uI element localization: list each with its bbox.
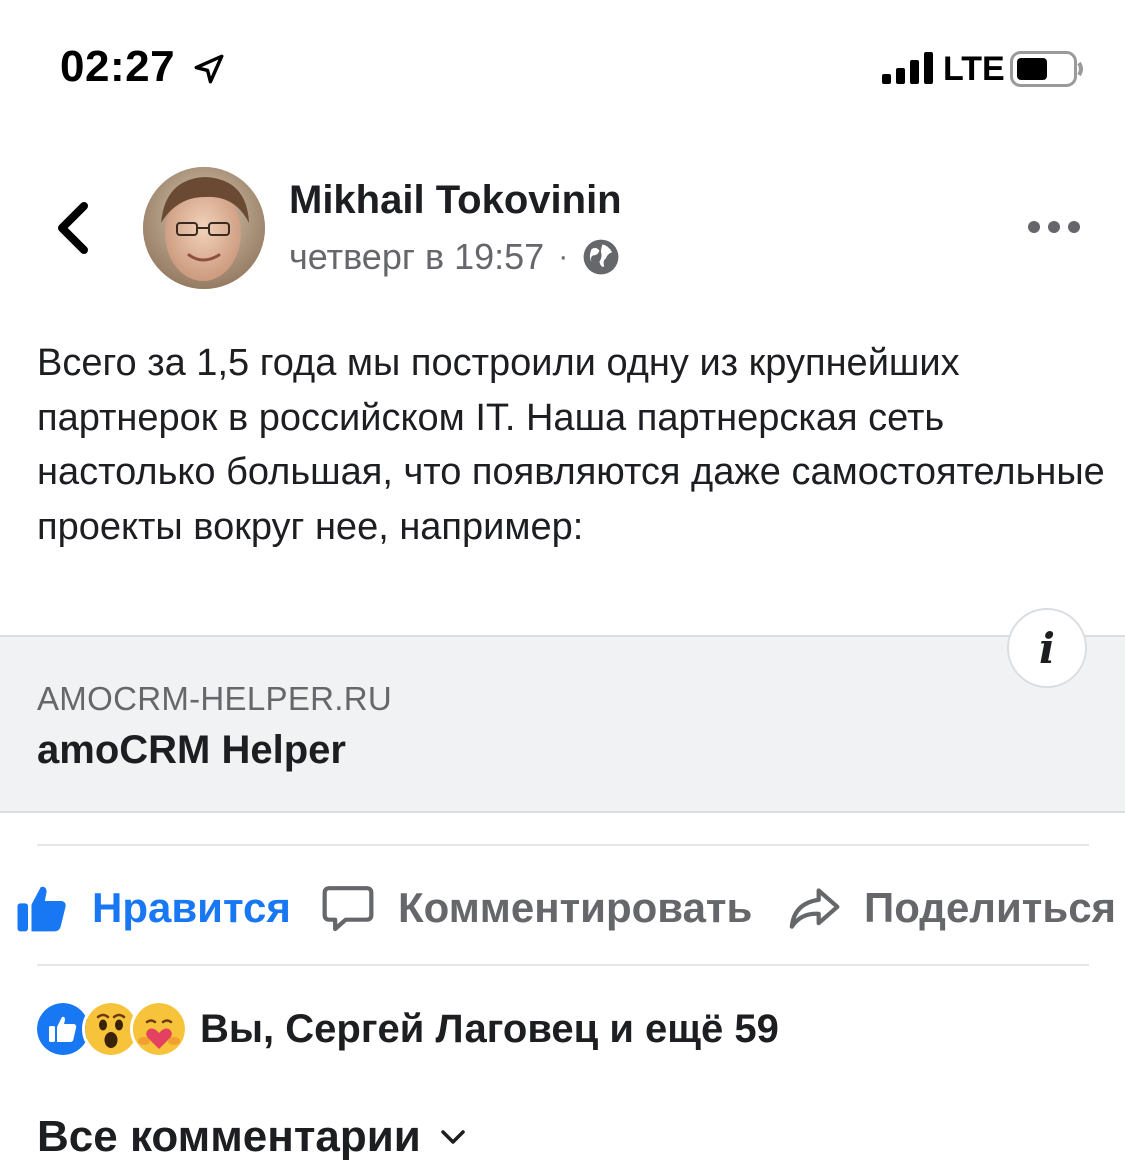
author-name[interactable]: Mikhail Tokovinin <box>289 178 622 223</box>
share-button[interactable]: Поделиться <box>786 878 1116 938</box>
status-time: 02:27 <box>60 42 176 91</box>
more-options-icon[interactable] <box>1026 215 1082 239</box>
share-arrow-icon <box>789 888 840 929</box>
comment-bubble-icon <box>322 886 374 932</box>
care-reaction-icon <box>130 1000 188 1058</box>
author-avatar[interactable] <box>143 167 265 289</box>
chevron-down-icon <box>441 1130 465 1144</box>
post-meta: четверг в 19:57 · <box>289 236 620 278</box>
reactions-text[interactable]: Вы, Сергей Лаговец и ещё 59 <box>200 1007 779 1052</box>
signal-strength-icon <box>882 52 933 84</box>
info-button[interactable]: i <box>1007 608 1087 688</box>
like-label: Нравится <box>92 884 291 931</box>
like-button[interactable]: Нравится <box>14 878 291 938</box>
back-chevron-icon[interactable] <box>50 200 94 256</box>
link-preview-card[interactable] <box>0 635 1125 813</box>
divider <box>37 844 1089 846</box>
link-domain: AMOCRM-HELPER.RU <box>37 680 392 717</box>
globe-icon <box>583 239 619 275</box>
link-title[interactable]: amoCRM Helper <box>37 728 346 773</box>
post-text: Всего за 1,5 года мы построили одну из к… <box>37 342 1116 548</box>
comment-label: Комментировать <box>398 884 753 931</box>
battery-icon <box>1010 51 1083 87</box>
all-comments-toggle[interactable]: Все комментарии <box>37 1112 467 1162</box>
comment-button[interactable]: Комментировать <box>320 878 752 938</box>
share-label: Поделиться <box>864 884 1117 931</box>
all-comments-label: Все комментарии <box>37 1112 421 1161</box>
location-arrow-icon <box>194 54 224 84</box>
meta-separator: · <box>558 240 569 273</box>
reactions-summary[interactable]: Вы, Сергей Лаговец и ещё 59 <box>34 1000 779 1058</box>
network-type: LTE <box>943 50 1005 88</box>
thumbs-up-icon <box>17 886 66 932</box>
divider <box>37 964 1089 966</box>
post-timestamp[interactable]: четверг в 19:57 <box>289 236 544 278</box>
